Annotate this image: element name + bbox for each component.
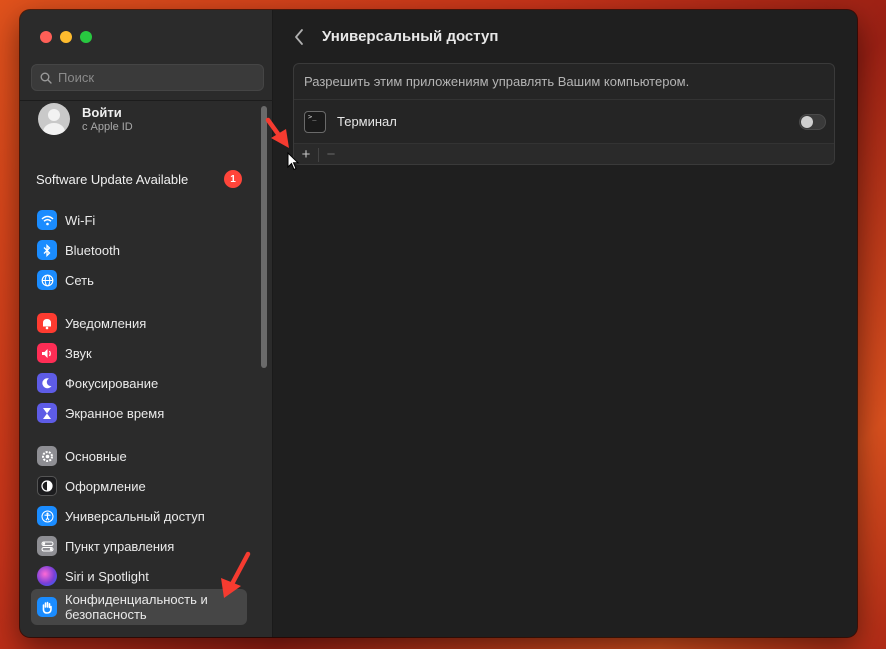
moon-icon (37, 373, 57, 393)
panel-description: Разрешить этим приложениям управлять Ваш… (294, 64, 834, 100)
bell-icon (37, 313, 57, 333)
control-center-icon (37, 536, 57, 556)
sidebar-item-label: Экранное время (65, 405, 165, 421)
speaker-icon (37, 343, 57, 363)
sidebar-item-label: Уведомления (65, 315, 147, 331)
sidebar-item-accessibility[interactable]: Универсальный доступ (31, 502, 247, 530)
hand-icon (37, 597, 57, 617)
list-actions: + − (294, 143, 834, 165)
sidebar-item-label: Основные (65, 448, 127, 464)
search-icon (40, 72, 52, 84)
apps-permission-panel: Разрешить этим приложениям управлять Ваш… (293, 63, 835, 165)
sidebar-item-label: Сеть (65, 272, 94, 288)
bluetooth-icon (37, 240, 57, 260)
minimize-button[interactable] (60, 31, 72, 43)
page-title: Универсальный доступ (322, 28, 499, 45)
terminal-icon (304, 110, 326, 133)
avatar (38, 103, 70, 135)
gear-icon (37, 446, 57, 466)
sidebar-item-label: Фокусирование (65, 375, 159, 391)
sidebar-item-screen-time[interactable]: Экранное время (31, 399, 247, 427)
account-title: Войти (82, 105, 122, 120)
sidebar-item-label: Звук (65, 345, 92, 361)
hourglass-icon (37, 403, 57, 423)
sidebar-item-general[interactable]: Основные (31, 442, 247, 470)
terminal-toggle[interactable] (799, 114, 826, 130)
sidebar-item-siri-spotlight[interactable]: Siri и Spotlight (31, 562, 247, 590)
sidebar-item-appearance[interactable]: Оформление (31, 472, 247, 500)
software-update-label: Software Update Available (36, 171, 189, 187)
sidebar-item-label: Siri и Spotlight (65, 568, 149, 584)
search-input[interactable] (58, 70, 248, 85)
sidebar-item-privacy-security[interactable]: Конфиденциальность и безопасность (31, 589, 247, 625)
annotation-arrow-icon (221, 551, 251, 598)
remove-app-button[interactable]: − (319, 144, 343, 165)
search-field[interactable] (31, 64, 264, 91)
appearance-icon (37, 476, 57, 496)
close-button[interactable] (40, 31, 52, 43)
zoom-button[interactable] (80, 31, 92, 43)
update-badge: 1 (224, 170, 242, 188)
mouse-cursor-icon (287, 152, 299, 171)
main-pane: Универсальный доступ Разрешить этим прил… (273, 10, 857, 637)
sidebar-item-wifi[interactable]: Wi-Fi (31, 206, 247, 234)
sidebar-item-label: Bluetooth (65, 242, 120, 258)
wifi-icon (37, 210, 57, 230)
sidebar-item-control-center[interactable]: Пункт управления (31, 532, 247, 560)
sidebar-item-bluetooth[interactable]: Bluetooth (31, 236, 247, 264)
sidebar-item-sound[interactable]: Звук (31, 339, 247, 367)
back-chevron-icon[interactable] (293, 28, 305, 46)
sidebar-item-notifications[interactable]: Уведомления (31, 309, 247, 337)
sidebar: Войти с Apple ID Software Update Availab… (20, 10, 273, 637)
accessibility-icon (37, 506, 57, 526)
app-row-terminal: Терминал (294, 100, 834, 143)
siri-icon (37, 566, 57, 586)
sidebar-item-label: Оформление (65, 478, 146, 494)
software-update-item[interactable]: Software Update Available 1 (36, 170, 242, 188)
globe-icon (37, 270, 57, 290)
sidebar-item-network[interactable]: Сеть (31, 266, 247, 294)
window-controls (40, 31, 92, 43)
settings-window: Войти с Apple ID Software Update Availab… (20, 10, 857, 637)
annotation-arrow-icon (265, 117, 289, 148)
app-name: Терминал (337, 114, 397, 129)
sidebar-item-focus[interactable]: Фокусирование (31, 369, 247, 397)
sidebar-item-label: Wi-Fi (65, 212, 96, 228)
account-subtitle: с Apple ID (82, 121, 133, 133)
apple-id-signin[interactable]: Войти с Apple ID (38, 103, 133, 135)
sidebar-item-label: Универсальный доступ (65, 508, 205, 524)
sidebar-item-label: Пункт управления (65, 538, 175, 554)
